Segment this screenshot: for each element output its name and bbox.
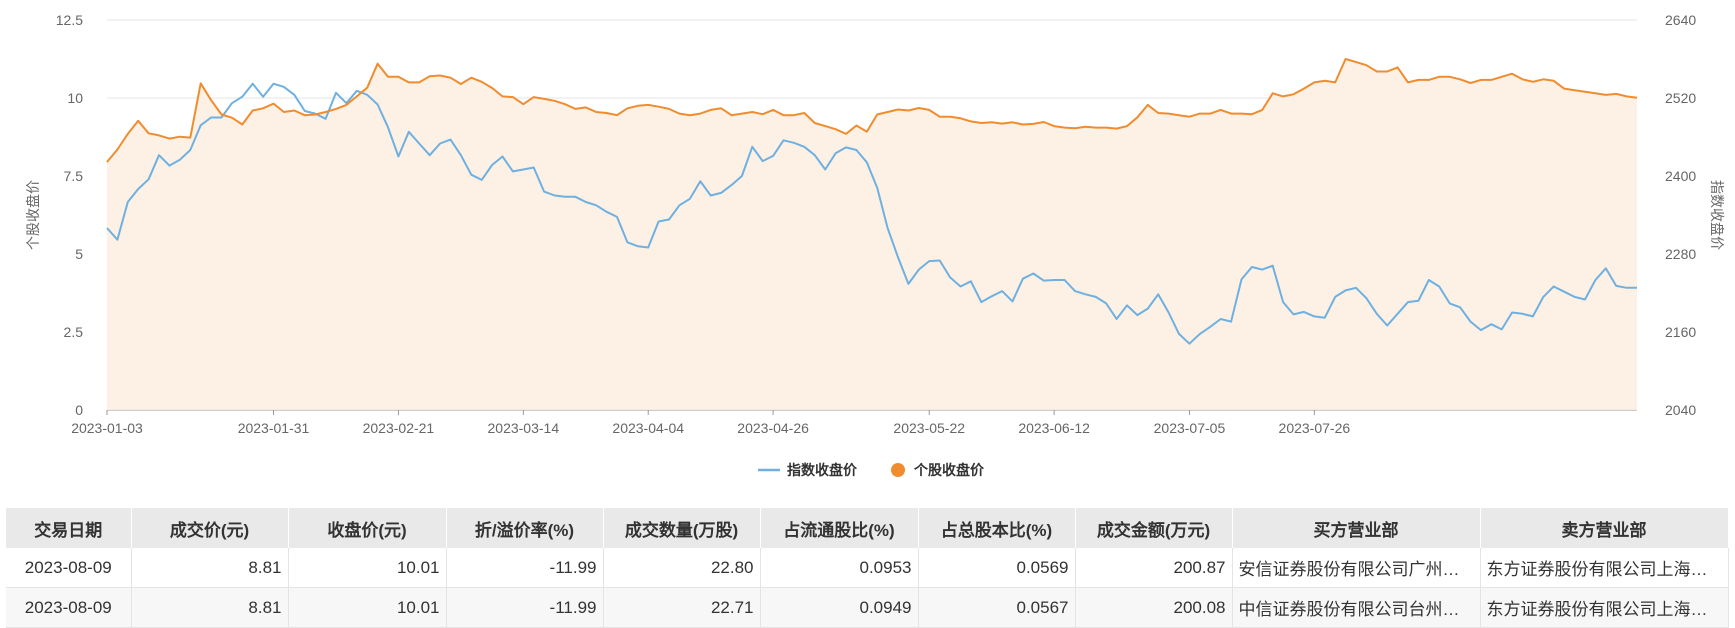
cell-total-ratio: 0.0567 xyxy=(918,587,1076,628)
legend-item-index[interactable]: 指数收盘价 xyxy=(758,462,858,478)
legend-item-stock[interactable]: 个股收盘价 xyxy=(891,462,985,478)
legend-label-index: 指数收盘价 xyxy=(787,462,858,478)
cell-deal-price: 8.81 xyxy=(131,587,289,628)
x-tick-label: 2023-01-31 xyxy=(238,420,310,436)
col-header-amount[interactable]: 成交金额(万元) xyxy=(1075,508,1233,548)
col-header-float-ratio[interactable]: 占流通股比(%) xyxy=(760,508,919,548)
col-header-volume[interactable]: 成交数量(万股) xyxy=(603,508,761,548)
cell-deal-price: 8.81 xyxy=(131,548,289,588)
cell-buyer-link[interactable]: 安信证券股份有限公司广州分… xyxy=(1232,548,1481,588)
cell-total-ratio: 0.0569 xyxy=(918,548,1076,588)
y-right-axis-title: 指数收盘价 xyxy=(1709,180,1725,250)
y-right-tick-label: 2040 xyxy=(1665,402,1696,418)
chart-container: 0 2.5 5 7.5 10 12.5 2040 2160 2280 2400 2520 2640 20… xyxy=(0,0,1735,500)
y-left-tick-label: 7.5 xyxy=(64,168,84,184)
col-header-deal-price[interactable]: 成交价(元) xyxy=(131,508,289,548)
legend-label-stock: 个股收盘价 xyxy=(913,462,985,478)
stock-area-fill xyxy=(107,59,1637,410)
cell-premium-rate: -11.99 xyxy=(446,548,604,588)
cell-volume: 22.71 xyxy=(603,587,761,628)
cell-float-ratio: 0.0949 xyxy=(760,587,919,628)
block-trade-table-container: 交易日期 成交价(元) 收盘价(元) 折/溢价率(%) 成交数量(万股) 占流通… xyxy=(6,508,1729,628)
cell-volume: 22.80 xyxy=(603,548,761,588)
x-tick-label: 2023-01-03 xyxy=(71,420,143,436)
cell-premium-rate: -11.99 xyxy=(446,587,604,628)
y-left-tick-label: 5 xyxy=(75,246,83,262)
y-right-tick-label: 2160 xyxy=(1665,324,1696,340)
x-tick-label: 2023-03-14 xyxy=(488,420,560,436)
y-left-tick-label: 10 xyxy=(67,90,83,106)
x-tick-label: 2023-06-12 xyxy=(1018,420,1090,436)
col-header-buyer[interactable]: 买方营业部 xyxy=(1232,508,1481,548)
cell-amount: 200.08 xyxy=(1075,587,1233,628)
y-right-tick-label: 2520 xyxy=(1665,90,1696,106)
table-row[interactable]: 2023-08-09 8.81 10.01 -11.99 22.71 0.094… xyxy=(6,587,1729,628)
y-left-tick-label: 12.5 xyxy=(56,12,83,28)
x-tick-label: 2023-04-04 xyxy=(612,420,684,436)
cell-close-price: 10.01 xyxy=(288,587,447,628)
col-header-seller[interactable]: 卖方营业部 xyxy=(1480,508,1729,548)
cell-seller-link[interactable]: 东方证券股份有限公司上海… xyxy=(1480,548,1729,588)
cell-amount: 200.87 xyxy=(1075,548,1233,588)
col-header-date[interactable]: 交易日期 xyxy=(6,508,132,548)
y-right-tick-label: 2640 xyxy=(1665,12,1696,28)
cell-date: 2023-08-09 xyxy=(6,548,132,588)
block-trade-table: 交易日期 成交价(元) 收盘价(元) 折/溢价率(%) 成交数量(万股) 占流通… xyxy=(6,508,1729,628)
chart-legend[interactable]: 指数收盘价 个股收盘价 xyxy=(758,462,985,478)
col-header-premium-rate[interactable]: 折/溢价率(%) xyxy=(446,508,604,548)
x-tick-label: 2023-05-22 xyxy=(893,420,965,436)
y-left-tick-label: 2.5 xyxy=(64,324,84,340)
legend-marker-stock xyxy=(891,463,905,477)
col-header-close-price[interactable]: 收盘价(元) xyxy=(288,508,447,548)
x-tick-label: 2023-04-26 xyxy=(737,420,809,436)
y-left-tick-label: 0 xyxy=(75,402,83,418)
col-header-total-ratio[interactable]: 占总股本比(%) xyxy=(918,508,1076,548)
price-chart: 0 2.5 5 7.5 10 12.5 2040 2160 2280 2400 2520 2640 20… xyxy=(25,12,1725,478)
x-tick-label: 2023-07-26 xyxy=(1279,420,1351,436)
y-right-tick-label: 2400 xyxy=(1665,168,1696,184)
cell-seller-link[interactable]: 东方证券股份有限公司上海… xyxy=(1480,587,1729,628)
table-header-row: 交易日期 成交价(元) 收盘价(元) 折/溢价率(%) 成交数量(万股) 占流通… xyxy=(6,508,1729,548)
table-row[interactable]: 2023-08-09 8.81 10.01 -11.99 22.80 0.095… xyxy=(6,548,1729,588)
cell-date: 2023-08-09 xyxy=(6,587,132,628)
y-left-axis-title: 个股收盘价 xyxy=(25,180,41,250)
x-tick-label: 2023-07-05 xyxy=(1154,420,1226,436)
cell-float-ratio: 0.0953 xyxy=(760,548,919,588)
x-tick-label: 2023-02-21 xyxy=(363,420,435,436)
y-right-tick-label: 2280 xyxy=(1665,246,1696,262)
cell-close-price: 10.01 xyxy=(288,548,447,588)
cell-buyer-link[interactable]: 中信证券股份有限公司台州分… xyxy=(1232,587,1481,628)
